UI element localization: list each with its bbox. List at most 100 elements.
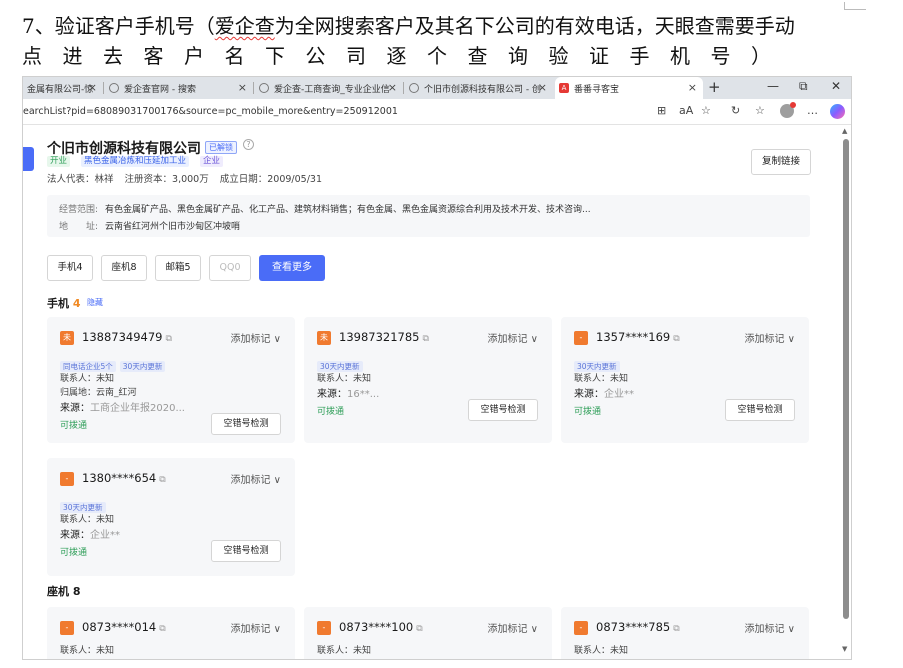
refresh-icon[interactable]: ↻ [731,104,740,117]
new-tab-button[interactable]: + [708,78,721,96]
phone-number: 13887349479 ⧉ [82,330,172,344]
source-icon: - [60,472,74,486]
phone-source: 来源：企业** [574,385,634,400]
source-icon: - [574,621,588,635]
copy-icon[interactable]: ⧉ [159,624,165,634]
doc-spellcheck-word: 爱企查 [214,14,275,38]
scroll-down-icon[interactable]: ▼ [842,645,847,653]
tab-aiqicha-business[interactable]: 爱企查-工商查询_专业企业信 × [255,77,403,99]
add-mark-dropdown[interactable]: 添加标记 ∨ [488,620,539,635]
address-row: 地 址: 云南省红河州个旧市沙甸区冲坡哨 [59,219,240,232]
add-mark-dropdown[interactable]: 添加标记 ∨ [231,620,282,635]
read-aloud-icon[interactable]: aA [679,104,693,117]
add-mark-dropdown[interactable]: 添加标记 ∨ [488,330,539,345]
copy-icon[interactable]: ⧉ [159,475,165,485]
reachable-status: 可拨通 [60,548,88,558]
filter-landline-button[interactable]: 座机8 [101,255,147,281]
address-value: 云南省红河州个旧市沙甸区冲坡哨 [105,222,241,232]
copy-icon[interactable]: ⧉ [673,624,679,634]
copy-icon[interactable]: ⧉ [673,334,679,344]
business-scope-label: 经营范围: [59,205,99,215]
contact-person: 联系人：未知 [574,646,629,656]
collections-icon[interactable]: ☆ [755,104,765,117]
copilot-icon[interactable] [830,104,845,119]
industry-tag: 黑色金属冶炼和压延加工业 [81,156,190,167]
favorite-star-icon[interactable]: ☆ [701,104,711,117]
section-title-text: 手机 [47,297,69,310]
filter-mobile-button[interactable]: 手机4 [47,255,93,281]
side-accent-tab[interactable] [23,147,34,171]
add-mark-dropdown[interactable]: 添加标记 ∨ [745,330,796,345]
source-icon: 未 [60,331,74,345]
phone-source: 来源：工商企业年报2020... [60,399,185,414]
scroll-up-icon[interactable]: ▲ [842,127,847,135]
contact-person: 联系人：未知 [60,374,115,384]
landline-card: - 0873****785 ⧉ 添加标记 ∨ 联系人：未知 [561,607,809,659]
view-more-button[interactable]: 查看更多 [259,255,325,281]
minimize-button[interactable]: — [767,79,779,93]
phone-number-text: 1380****654 [82,471,157,485]
copy-icon[interactable]: ⧉ [416,624,422,634]
close-icon[interactable]: × [688,81,697,94]
empty-number-check-button[interactable]: 空错号检测 [211,540,281,562]
tab-company-1[interactable]: 金属有限公司-惊 × [23,77,103,99]
copy-icon[interactable]: ⧉ [165,334,171,344]
page-content: 个旧市创源科技有限公司 已解锁 ? 开业 黑色金属冶炼和压延加工业 企业 法人代… [23,125,851,659]
help-icon[interactable]: ? [243,139,254,150]
close-icon[interactable]: × [238,81,247,94]
empty-number-check-button[interactable]: 空错号检测 [725,399,795,421]
window-close-button[interactable]: ✕ [831,79,841,93]
close-icon[interactable]: × [88,81,97,94]
close-icon[interactable]: × [388,81,397,94]
phone-number-text: 0873****785 [596,620,671,634]
restore-button[interactable]: ⧉ [799,79,808,94]
add-mark-dropdown[interactable]: 添加标记 ∨ [231,471,282,486]
tab-label: 番番寻客宝 [574,84,620,95]
chip: 30天内更新 [119,361,166,372]
phone-number: 0873****785 ⧉ [596,620,680,634]
business-scope-row: 经营范围: 有色金属矿产品、黑色金属矿产品、化工产品、建筑材料销售；有色金属、黑色… [59,202,591,215]
address-label: 地 址: [59,222,99,232]
add-mark-dropdown[interactable]: 添加标记 ∨ [231,330,282,345]
url-input[interactable]: earchList?pid=68089031700176&source=pc_m… [23,106,398,117]
phone-number-text: 13987321785 [339,330,420,344]
split-screen-icon[interactable]: ⊞ [657,104,666,117]
close-icon[interactable]: × [538,81,547,94]
source-value: 16**... [347,389,380,400]
doc-line1-prefix: 7、验证客户手机号（ [22,14,215,38]
profile-avatar[interactable] [780,102,796,118]
browser-window: 金属有限公司-惊 × 爱企查官网 - 搜索 × 爱企查-工商查询_专业企业信 ×… [22,76,852,660]
globe-icon [409,83,419,93]
tab-separator [103,82,104,94]
source-value: 企业** [604,389,634,400]
section-title-text: 座机 [47,585,69,598]
tab-chuangyuan[interactable]: 个旧市创源科技有限公司 - 创 × [405,77,553,99]
source-label: 来源： [317,389,347,400]
copy-icon[interactable]: ⧉ [422,334,428,344]
filter-email-button[interactable]: 邮箱5 [155,255,201,281]
doc-instruction-line-1: 7、验证客户手机号（爱企查为全网搜索客户及其名下公司的有效电话，天眼查需要手动 [22,10,795,39]
contact-person: 联系人：未知 [60,646,115,656]
empty-number-check-button[interactable]: 空错号检测 [468,399,538,421]
business-info-box: 经营范围: 有色金属矿产品、黑色金属矿产品、化工产品、建筑材料销售；有色金属、黑色… [47,195,810,237]
phone-number: 13987321785 ⧉ [339,330,429,344]
source-icon: - [574,331,588,345]
source-icon: - [317,621,331,635]
tab-aiqicha-search[interactable]: 爱企查官网 - 搜索 × [105,77,253,99]
scroll-thumb[interactable] [843,139,849,619]
hide-link[interactable]: 隐藏 [87,297,103,308]
add-mark-dropdown[interactable]: 添加标记 ∨ [745,620,796,635]
vertical-scrollbar[interactable]: ▲ ▼ [839,125,851,659]
globe-icon [259,83,269,93]
section-count: 8 [72,585,81,598]
fanfan-app-icon: A [559,83,569,93]
reachable-status: 可拨通 [317,407,345,417]
source-icon: 未 [317,331,331,345]
filter-qq-button[interactable]: QQ0 [209,255,251,281]
more-menu-icon[interactable]: … [807,104,818,117]
phone-source: 来源：企业** [60,526,120,541]
copy-link-button[interactable]: 复制链接 [751,149,811,175]
tab-fanfan-xunkebao[interactable]: A 番番寻客宝 × [555,77,703,99]
landline-section-title: 座机 8 [47,583,81,599]
empty-number-check-button[interactable]: 空错号检测 [211,413,281,435]
